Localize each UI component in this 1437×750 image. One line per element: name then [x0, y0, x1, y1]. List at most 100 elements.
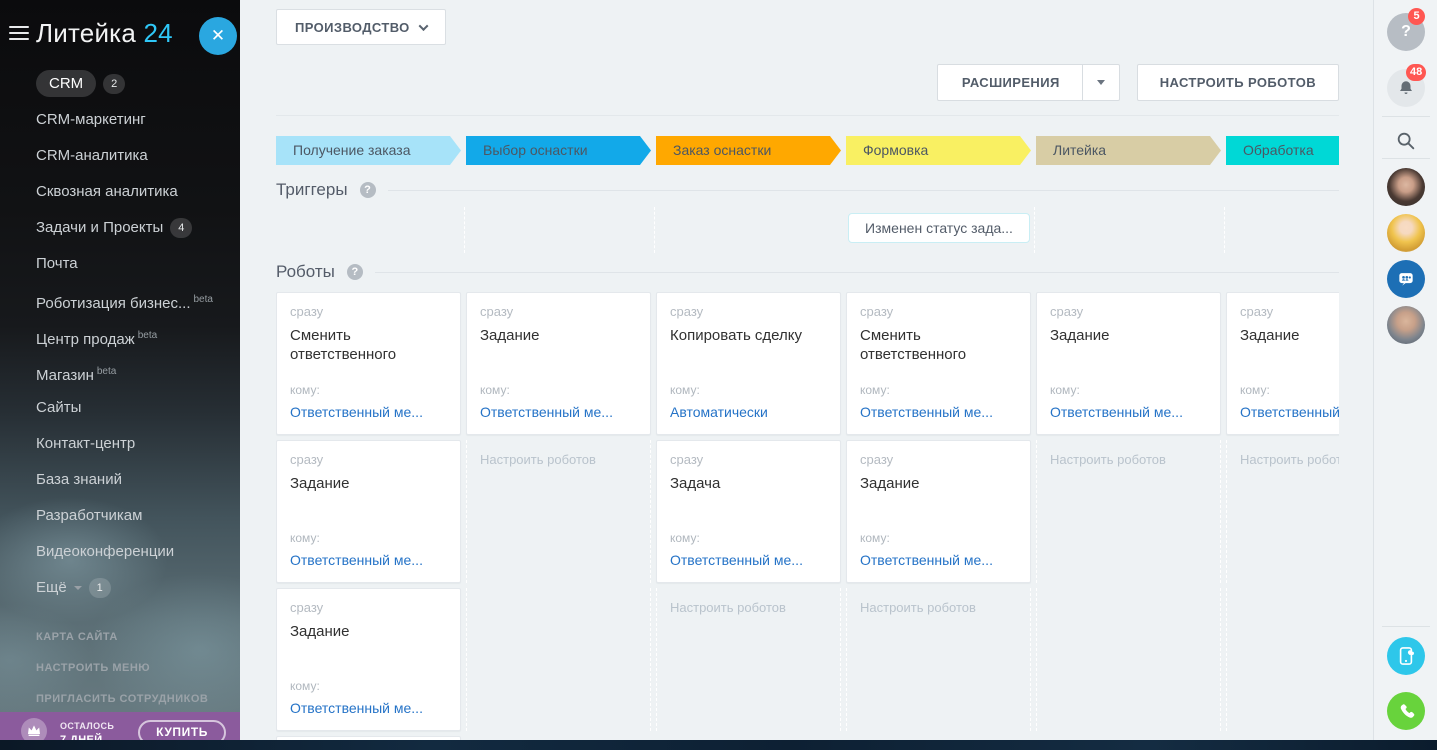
robot-card[interactable]: сразу Сменить ответственного кому: Ответ…	[846, 292, 1031, 435]
sidebar-item-e2e-analytics[interactable]: Сквозная аналитика	[0, 174, 240, 210]
sidebar-item-crm[interactable]: CRM 2	[0, 66, 240, 102]
robot-card[interactable]: сразу Задание кому: Ответственный ме...	[276, 588, 461, 731]
sidebar-item-sites[interactable]: Сайты	[0, 390, 240, 426]
robot-to-link[interactable]: Ответственный ме...	[290, 404, 447, 420]
pipeline-selector-button[interactable]: ПРОИЗВОДСТВО	[276, 9, 446, 45]
configure-robots-placeholder[interactable]: Настроить роботов	[656, 588, 841, 731]
configure-robots-placeholder[interactable]: Настроить роботов	[466, 440, 651, 583]
configure-robots-button[interactable]: НАСТРОИТЬ РОБОТОВ	[1136, 64, 1339, 101]
robot-to-link[interactable]: Ответственный ме...	[860, 404, 1017, 420]
help-icon[interactable]: ?	[346, 264, 363, 280]
triggers-section-header: Триггеры ?	[276, 180, 1339, 200]
robot-card[interactable]: сразу Задание кому: Ответственный ме...	[846, 440, 1031, 583]
robot-title: Задание	[290, 475, 350, 492]
robot-card[interactable]: сразу Задание кому: Ответственный ме...	[1226, 292, 1339, 435]
stage-processing[interactable]: Обработка	[1226, 136, 1339, 165]
sidebar-item-label: База знаний	[36, 471, 122, 488]
robot-to-label: кому:	[290, 383, 320, 397]
column-divider	[464, 207, 465, 253]
stage-casting[interactable]: Литейка	[1036, 136, 1221, 165]
sidebar-footer-links: КАРТА САЙТА НАСТРОИТЬ МЕНЮ ПРИГЛАСИТЬ СО…	[0, 622, 240, 715]
sidebar-item-label: Сайты	[36, 399, 82, 416]
group-chat-button[interactable]	[1387, 260, 1425, 298]
sidebar-item-contact-center[interactable]: Контакт-центр	[0, 426, 240, 462]
toolbar: РАСШИРЕНИЯ НАСТРОИТЬ РОБОТОВ	[936, 64, 1339, 101]
robot-to-link[interactable]: Ответственный ме...	[1240, 404, 1339, 420]
help-icon[interactable]: ?	[359, 182, 376, 198]
sidebar-close-icon[interactable]: ✕	[199, 17, 237, 55]
robot-to-link[interactable]: Ответственный ме...	[290, 552, 447, 568]
sidebar-item-label: CRM	[36, 70, 97, 97]
chevron-down-icon	[418, 20, 429, 31]
robot-to-link[interactable]: Ответственный ме...	[1050, 404, 1207, 420]
robot-card[interactable]: сразу Сменить ответственного кому: Ответ…	[276, 292, 461, 435]
robot-timing: сразу	[1240, 304, 1274, 319]
hamburger-menu-icon[interactable]	[9, 26, 29, 42]
sidebar-item-developers[interactable]: Разработчикам	[0, 498, 240, 534]
user-avatar[interactable]	[1387, 168, 1425, 206]
divider	[374, 271, 1339, 273]
robot-card[interactable]: сразу Задание кому: Ответственный ме...	[276, 440, 461, 583]
robots-column-1: сразу Сменить ответственного кому: Ответ…	[276, 292, 461, 740]
sidebar-item-crm-marketing[interactable]: CRM-маркетинг	[0, 102, 240, 138]
sidebar-item-label: CRM-аналитика	[36, 147, 148, 164]
robot-to-link[interactable]: Ответственный ме...	[290, 700, 447, 716]
search-button[interactable]	[1387, 122, 1425, 160]
sidebar-item-store[interactable]: Магазин beta	[0, 354, 240, 390]
stage-tooling-order[interactable]: Заказ оснастки	[656, 136, 841, 165]
sidebar-item-video-conf[interactable]: Видеоконференции	[0, 534, 240, 570]
trigger-card[interactable]: Изменен статус зада...	[848, 213, 1030, 243]
robot-card[interactable]: сразу Задача кому: Ответственный ме...	[656, 440, 841, 583]
robot-to-label: кому:	[860, 531, 890, 545]
stage-tooling-select[interactable]: Выбор оснастки	[466, 136, 651, 165]
stage-molding[interactable]: Формовка	[846, 136, 1031, 165]
telephony-button[interactable]	[1387, 692, 1425, 730]
triggers-row: Изменен статус зада...	[276, 205, 1339, 255]
robot-to-link[interactable]: Ответственный ме...	[480, 404, 637, 420]
configure-menu-link[interactable]: НАСТРОИТЬ МЕНЮ	[0, 653, 240, 684]
robot-to-link[interactable]: Автоматически	[670, 404, 827, 420]
robot-to-link[interactable]: Ответственный ме...	[670, 552, 827, 568]
invite-employees-link[interactable]: ПРИГЛАСИТЬ СОТРУДНИКОВ	[0, 684, 240, 715]
sidebar-item-mail[interactable]: Почта	[0, 246, 240, 282]
sidebar-item-rpa[interactable]: Роботизация бизнес... beta	[0, 282, 240, 318]
robots-column-3: сразу Копировать сделку кому: Автоматиче…	[656, 292, 841, 740]
pipeline-stages: Получение заказа Выбор оснастки Заказ ос…	[276, 136, 1339, 165]
search-icon	[1397, 132, 1415, 150]
triggers-title: Триггеры	[276, 180, 348, 199]
robot-card[interactable]: сразу Задание кому: Ответственный ме...	[466, 292, 651, 435]
robot-to-link[interactable]: Ответственный ме...	[860, 552, 1017, 568]
sidebar-item-label: Задачи и Проекты	[36, 219, 164, 236]
robot-title: Сменить ответственного	[290, 327, 397, 363]
left-sidebar: Литейка 24 ✕ CRM 2 CRM-маркетинг CRM-анал…	[0, 0, 240, 741]
column-divider	[1224, 207, 1225, 253]
mobile-app-button[interactable]	[1387, 637, 1425, 675]
buy-button[interactable]: КУПИТЬ	[138, 720, 226, 741]
robot-timing: сразу	[860, 304, 894, 319]
sidebar-item-more[interactable]: Ещё 1	[0, 570, 240, 606]
sitemap-link[interactable]: КАРТА САЙТА	[0, 622, 240, 653]
extensions-button[interactable]: РАСШИРЕНИЯ	[936, 64, 1120, 101]
configure-robots-placeholder[interactable]: Настроить роботов	[846, 588, 1031, 731]
license-remaining: ОСТАЛОСЬ 7 ДНЕЙ	[60, 721, 115, 741]
user-avatar[interactable]	[1387, 214, 1425, 252]
empty-cell	[1226, 588, 1339, 731]
robots-section-header: Роботы ?	[276, 262, 1339, 282]
beta-tag: beta	[96, 366, 117, 377]
configure-robots-placeholder[interactable]: Настроить роботов	[1036, 440, 1221, 583]
user-avatar[interactable]	[1387, 306, 1425, 344]
license-bar: ОСТАЛОСЬ 7 ДНЕЙ КУПИТЬ	[0, 712, 240, 741]
extensions-dropdown-icon[interactable]	[1083, 80, 1119, 85]
notifications-badge: 48	[1406, 64, 1427, 81]
configure-robots-placeholder[interactable]: Настроить роботов	[1226, 440, 1339, 583]
sidebar-item-knowledge-base[interactable]: База знаний	[0, 462, 240, 498]
bell-icon	[1400, 81, 1412, 94]
sidebar-item-tasks-projects[interactable]: Задачи и Проекты 4	[0, 210, 240, 246]
robot-card[interactable]: сразу Копировать сделку кому: Автоматиче…	[656, 292, 841, 435]
robot-card[interactable]: сразу Задание кому: Ответственный ме...	[1036, 292, 1221, 435]
stage-reception[interactable]: Получение заказа	[276, 136, 461, 165]
divider	[387, 189, 1339, 191]
sidebar-item-sales-center[interactable]: Центр продаж beta	[0, 318, 240, 354]
sidebar-item-crm-analytics[interactable]: CRM-аналитика	[0, 138, 240, 174]
divider	[1382, 626, 1430, 627]
